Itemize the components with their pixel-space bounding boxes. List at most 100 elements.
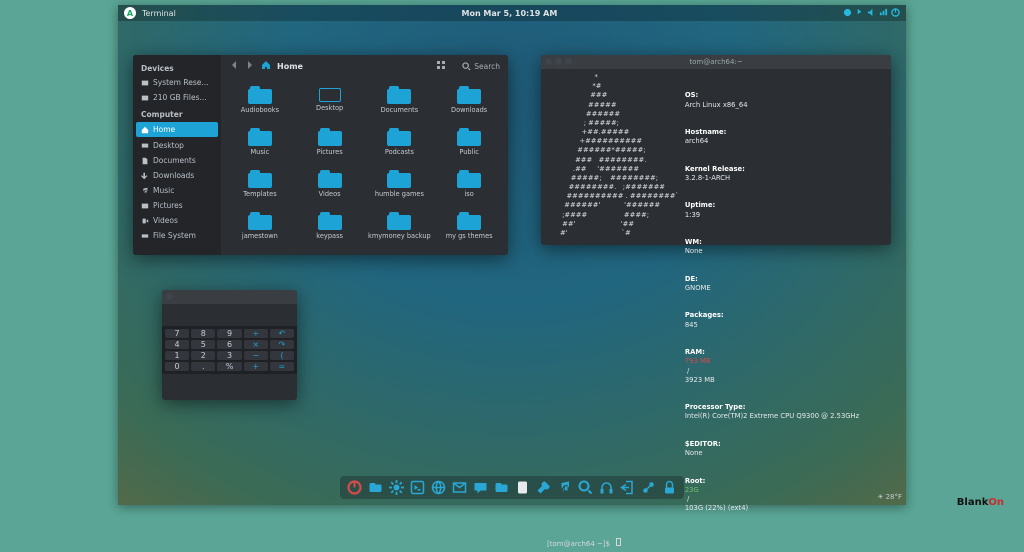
dock-logout-icon[interactable]	[619, 479, 636, 496]
sidebar-item-downloads[interactable]: Downloads	[133, 168, 221, 183]
folder-item[interactable]: Audiobooks	[225, 79, 295, 121]
calc-key-4[interactable]: 4	[165, 340, 189, 349]
folder-icon	[387, 128, 411, 146]
dock-music-icon[interactable]	[556, 479, 573, 496]
view-mode-icon[interactable]	[437, 61, 446, 72]
folder-item[interactable]: Videos	[295, 163, 365, 205]
dock-lock-icon[interactable]	[661, 479, 678, 496]
top-panel: A Terminal Mon Mar 5, 10:19 AM	[118, 5, 906, 21]
sidebar-item-desktop[interactable]: Desktop	[133, 138, 221, 153]
sidebar-item-home[interactable]: Home	[136, 122, 218, 137]
tray-a11y-icon[interactable]	[843, 8, 852, 19]
file-manager-sidebar: Devices System Rese... 210 GB Files... C…	[133, 55, 221, 255]
folder-item[interactable]: my gs themes	[434, 205, 504, 247]
calc-key-2[interactable]: 2	[191, 351, 215, 360]
sidebar-item-documents[interactable]: Documents	[133, 153, 221, 168]
tray-volume-icon[interactable]	[867, 8, 876, 19]
folder-item[interactable]: Downloads	[434, 79, 504, 121]
calc-key-×[interactable]: ×	[244, 340, 268, 349]
folder-grid: AudiobooksDesktopDocumentsDownloads Music…	[221, 77, 508, 255]
folder-icon	[457, 86, 481, 104]
calc-key-9[interactable]: 9	[217, 329, 241, 338]
nav-back-icon[interactable]	[229, 60, 239, 72]
tray-bluetooth-icon[interactable]	[855, 8, 864, 19]
folder-item[interactable]: iso	[434, 163, 504, 205]
tray-power-icon[interactable]	[891, 8, 900, 19]
desktop: A Terminal Mon Mar 5, 10:19 AM Devices S…	[118, 5, 906, 505]
calculator-keypad: 789÷↶ 456×↷ 123−(0.%+=	[162, 326, 297, 374]
folder-item[interactable]: Public	[434, 121, 504, 163]
dock-search-icon[interactable]	[577, 479, 594, 496]
active-app-label[interactable]: Terminal	[142, 9, 176, 18]
weather-widget[interactable]: ☀ 28°F	[877, 493, 902, 501]
sidebar-item-pictures[interactable]: Pictures	[133, 198, 221, 213]
sidebar-item-210gb[interactable]: 210 GB Files...	[133, 90, 221, 105]
home-icon[interactable]	[261, 60, 271, 72]
folder-item[interactable]: Music	[225, 121, 295, 163]
dock-web-icon[interactable]	[430, 479, 447, 496]
sidebar-item-system-reserved[interactable]: System Rese...	[133, 75, 221, 90]
dock-editor-icon[interactable]	[514, 479, 531, 496]
sidebar-item-filesystem[interactable]: File System	[133, 228, 221, 243]
dock-folder-icon[interactable]	[493, 479, 510, 496]
folder-item[interactable]: humble games	[365, 163, 435, 205]
calc-key-0[interactable]: 0	[165, 362, 189, 371]
sidebar-item-videos[interactable]: Videos	[133, 213, 221, 228]
terminal-body[interactable]: * *# ### ##### ###### ; #####; +##.#####	[541, 69, 891, 536]
calc-key-1[interactable]: 1	[165, 351, 189, 360]
tray-network-icon[interactable]	[879, 8, 888, 19]
nav-forward-icon[interactable]	[245, 60, 255, 72]
calc-key-8[interactable]: 8	[191, 329, 215, 338]
calc-key-3[interactable]: 3	[217, 351, 241, 360]
dock-chat-icon[interactable]	[472, 479, 489, 496]
folder-item[interactable]: Desktop	[295, 79, 365, 121]
dock-mail-icon[interactable]	[451, 479, 468, 496]
dock-headphones-icon[interactable]	[598, 479, 615, 496]
dock-terminal-icon[interactable]	[409, 479, 426, 496]
folder-item[interactable]: jamestown	[225, 205, 295, 247]
calculator-titlebar[interactable]	[162, 290, 297, 304]
dock-wrench-icon[interactable]	[535, 479, 552, 496]
folder-item[interactable]: kmymoney backup	[365, 205, 435, 247]
calc-key-.[interactable]: .	[191, 362, 215, 371]
folder-item[interactable]: Pictures	[295, 121, 365, 163]
search-button[interactable]: Search	[462, 62, 500, 71]
terminal-titlebar[interactable]: tom@arch64:~	[541, 55, 891, 69]
sidebar-section-devices: Devices	[133, 59, 221, 75]
maximize-icon[interactable]	[565, 58, 572, 65]
terminal-prompt[interactable]: [tom@arch64 ~]$	[541, 536, 891, 552]
calc-key-↷[interactable]: ↷	[270, 340, 294, 349]
calc-key-%[interactable]: %	[217, 362, 241, 371]
calc-key-−[interactable]: −	[244, 351, 268, 360]
folder-item[interactable]: Documents	[365, 79, 435, 121]
folder-icon	[387, 86, 411, 104]
folder-icon	[318, 212, 342, 230]
close-icon[interactable]	[166, 293, 173, 300]
dock-power-icon[interactable]	[346, 479, 363, 496]
dock-settings-icon[interactable]	[388, 479, 405, 496]
close-icon[interactable]	[545, 58, 552, 65]
folder-icon	[248, 212, 272, 230]
calc-key-=[interactable]: =	[270, 362, 294, 371]
dock	[340, 476, 684, 499]
calc-key-↶[interactable]: ↶	[270, 329, 294, 338]
dock-network-icon[interactable]	[640, 479, 657, 496]
folder-item[interactable]: Templates	[225, 163, 295, 205]
calc-key-5[interactable]: 5	[191, 340, 215, 349]
folder-item[interactable]: keypass	[295, 205, 365, 247]
calc-key-([interactable]: (	[270, 351, 294, 360]
folder-item[interactable]: Podcasts	[365, 121, 435, 163]
calc-key-÷[interactable]: ÷	[244, 329, 268, 338]
activities-icon[interactable]: A	[124, 7, 136, 19]
folder-icon	[387, 212, 411, 230]
clock[interactable]: Mon Mar 5, 10:19 AM	[176, 9, 843, 18]
sidebar-section-computer: Computer	[133, 105, 221, 121]
calc-key-6[interactable]: 6	[217, 340, 241, 349]
file-manager-window: Devices System Rese... 210 GB Files... C…	[133, 55, 508, 255]
calc-key-+[interactable]: +	[244, 362, 268, 371]
calc-key-7[interactable]: 7	[165, 329, 189, 338]
minimize-icon[interactable]	[555, 58, 562, 65]
dock-files-icon[interactable]	[367, 479, 384, 496]
breadcrumb-home[interactable]: Home	[277, 62, 303, 71]
sidebar-item-music[interactable]: Music	[133, 183, 221, 198]
